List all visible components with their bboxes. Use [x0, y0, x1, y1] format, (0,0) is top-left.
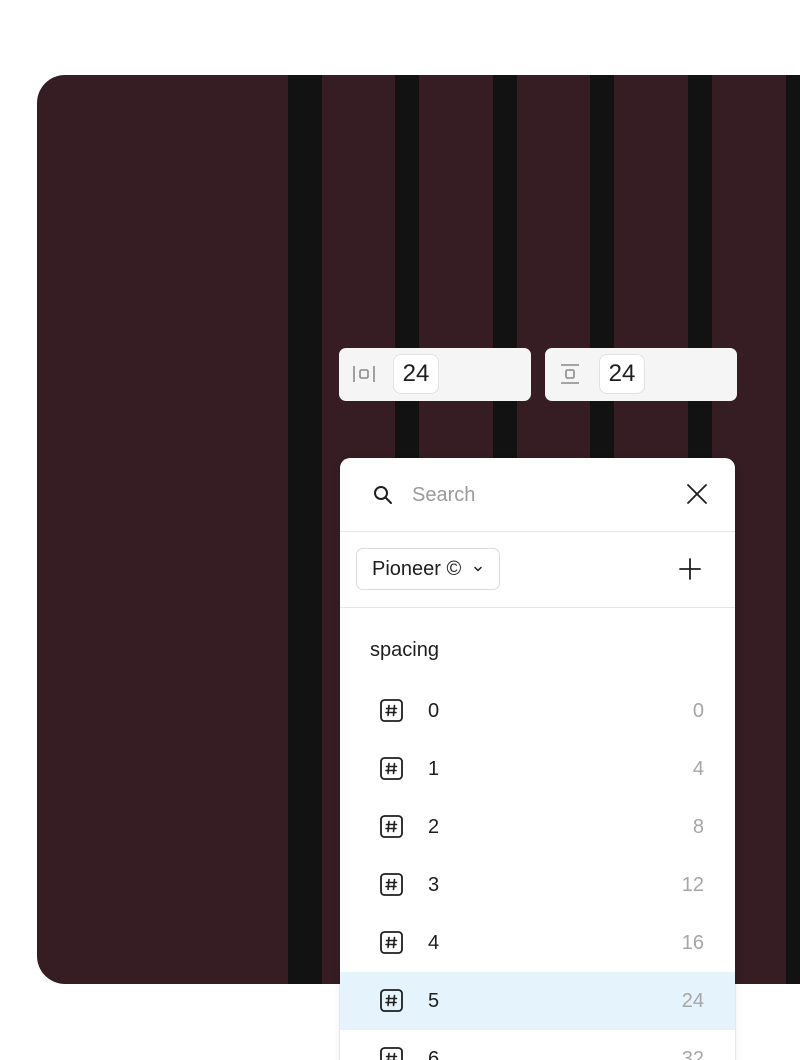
horizontal-gap-input[interactable]: 24	[393, 354, 439, 394]
variable-value: 8	[692, 816, 704, 838]
variable-value: 0	[692, 700, 704, 722]
variable-name: 6	[428, 1048, 440, 1060]
number-variable-icon	[380, 699, 403, 722]
variable-name: 3	[428, 874, 440, 896]
variable-group-label: spacing	[370, 639, 439, 661]
number-variable-icon	[380, 1047, 403, 1060]
vertical-gap-control[interactable]: 24	[545, 348, 737, 401]
variable-value: 16	[681, 932, 704, 954]
number-variable-icon	[380, 757, 403, 780]
variable-name: 4	[428, 932, 440, 954]
variable-value: 32	[681, 1048, 704, 1060]
variable-item-selected[interactable]: 5 24	[340, 972, 735, 1030]
horizontal-gap-icon	[353, 366, 375, 382]
horizontal-gap-control[interactable]: 24	[339, 348, 531, 401]
add-icon[interactable]	[678, 557, 702, 581]
search-input[interactable]	[412, 478, 662, 512]
variable-item[interactable]: 2 8	[340, 798, 735, 856]
variable-value: 24	[681, 990, 704, 1012]
variable-item[interactable]: 1 4	[340, 740, 735, 798]
variable-item[interactable]: 0 0	[340, 682, 735, 740]
variable-item[interactable]: 4 16	[340, 914, 735, 972]
variable-item[interactable]: 3 12	[340, 856, 735, 914]
variable-value: 4	[692, 758, 704, 780]
variable-name: 1	[428, 758, 440, 780]
variable-list: 0 0 1 4 2 8 3 12 4 16 5 24 6 32	[340, 682, 735, 1060]
library-name: Pioneer ©	[372, 558, 462, 580]
variable-item[interactable]: 6 32	[340, 1030, 735, 1060]
variable-name: 2	[428, 816, 440, 838]
search-row	[340, 458, 735, 532]
screen: 24 24 Pioneer ©	[0, 0, 800, 1060]
variable-picker-panel: Pioneer © spacing 0 0	[340, 458, 735, 1060]
number-variable-icon	[380, 931, 403, 954]
variable-value: 12	[681, 874, 704, 896]
grid-column-stripe	[786, 75, 800, 984]
library-row: Pioneer ©	[340, 531, 735, 608]
chevron-down-icon	[474, 566, 482, 572]
variable-name: 0	[428, 700, 440, 722]
grid-column-stripe	[288, 75, 322, 984]
number-variable-icon	[380, 873, 403, 896]
vertical-gap-input[interactable]: 24	[599, 354, 645, 394]
vertical-gap-icon	[561, 364, 579, 384]
variable-name: 5	[428, 990, 440, 1012]
number-variable-icon	[380, 989, 403, 1012]
search-icon	[374, 486, 392, 504]
close-icon[interactable]	[686, 483, 708, 505]
number-variable-icon	[380, 815, 403, 838]
library-select[interactable]: Pioneer ©	[356, 548, 501, 590]
